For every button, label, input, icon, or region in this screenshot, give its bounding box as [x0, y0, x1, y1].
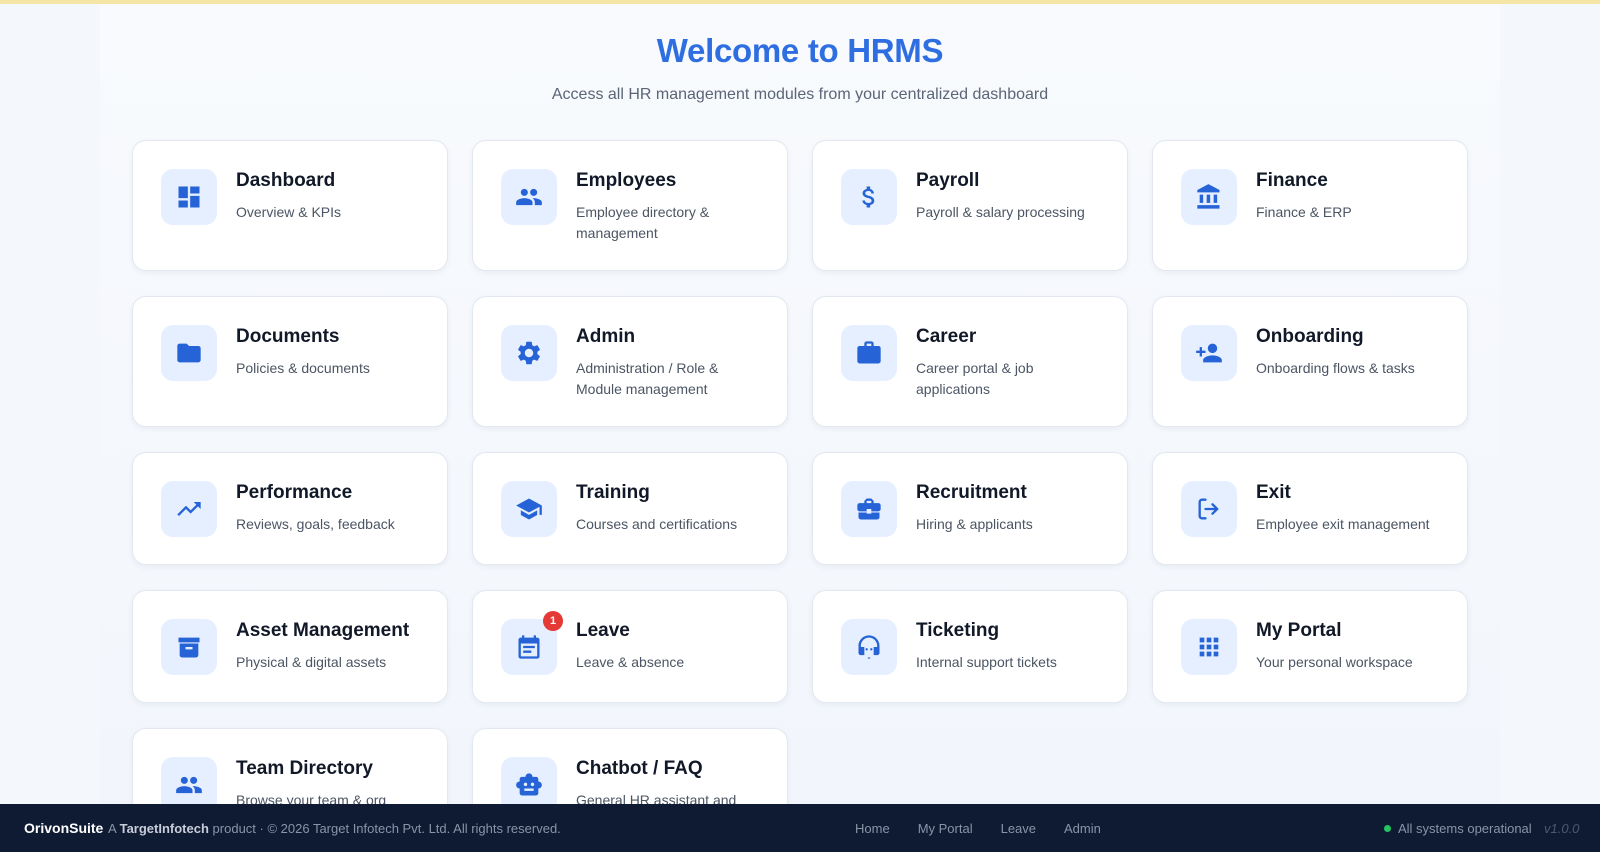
module-description: Career portal & job applications — [916, 360, 1034, 397]
module-description: Leave & absence — [576, 654, 685, 670]
module-title: My Portal — [1256, 620, 1342, 641]
module-card-career[interactable]: Career Career portal & job applications — [812, 296, 1128, 427]
dashboard-icon — [161, 169, 217, 225]
briefcase-icon — [841, 325, 897, 381]
module-title: Recruitment — [916, 482, 1027, 503]
module-title: Documents — [236, 326, 340, 347]
module-title: Onboarding — [1256, 326, 1364, 347]
copyright-prefix: A — [108, 820, 116, 836]
module-card-leave[interactable]: 1 Leave Leave & absence — [472, 590, 788, 703]
people-icon — [501, 169, 557, 225]
footer-copyright: A TargetInfotech product · © 2026 Target… — [108, 821, 561, 836]
dollar-icon — [841, 169, 897, 225]
module-description: Overview & KPIs — [236, 204, 342, 220]
module-description: Finance & ERP — [1256, 204, 1352, 220]
module-description: Payroll & salary processing — [916, 204, 1085, 220]
trending-up-icon — [161, 481, 217, 537]
module-title: Dashboard — [236, 170, 336, 191]
module-card-asset-management[interactable]: Asset Management Physical & digital asse… — [132, 590, 448, 703]
business-case-icon — [841, 481, 897, 537]
page-subtitle: Access all HR management modules from yo… — [551, 86, 1049, 103]
module-description: Courses and certifications — [576, 516, 738, 532]
bank-icon — [1181, 169, 1237, 225]
footer-brand[interactable]: OrivonSuite — [24, 820, 103, 836]
apps-grid-icon — [1181, 619, 1237, 675]
footer: OrivonSuite A TargetInfotech product · ©… — [0, 804, 1600, 852]
graduation-cap-icon — [501, 481, 557, 537]
footer-links: Home My Portal Leave Admin — [855, 821, 1101, 836]
module-card-documents[interactable]: Documents Policies & documents — [132, 296, 448, 427]
module-description: Employee exit management — [1256, 516, 1430, 532]
module-card-performance[interactable]: Performance Reviews, goals, feedback — [132, 452, 448, 565]
module-description: Your personal workspace — [1256, 654, 1413, 670]
module-description: Hiring & applicants — [916, 516, 1033, 532]
module-title: Career — [916, 326, 977, 347]
module-card-dashboard[interactable]: Dashboard Overview & KPIs — [132, 140, 448, 271]
module-title: Finance — [1256, 170, 1328, 191]
module-title: Team Directory — [236, 758, 373, 779]
archive-icon — [161, 619, 217, 675]
module-card-employees[interactable]: Employees Employee directory & managemen… — [472, 140, 788, 271]
footer-link-admin[interactable]: Admin — [1064, 821, 1101, 836]
module-card-payroll[interactable]: Payroll Payroll & salary processing — [812, 140, 1128, 271]
gear-icon — [501, 325, 557, 381]
module-card-ticketing[interactable]: Ticketing Internal support tickets — [812, 590, 1128, 703]
module-title: Ticketing — [916, 620, 1000, 641]
module-description: Physical & digital assets — [236, 654, 387, 670]
module-title: Admin — [576, 326, 636, 347]
module-title: Asset Management — [236, 620, 410, 641]
footer-link-my-portal[interactable]: My Portal — [918, 821, 973, 836]
notification-badge: 1 — [543, 611, 563, 631]
module-title: Exit — [1256, 482, 1291, 503]
module-card-training[interactable]: Training Courses and certifications — [472, 452, 788, 565]
module-title: Training — [576, 482, 650, 503]
module-description: Administration / Role & Module managemen… — [576, 360, 719, 397]
module-description: Onboarding flows & tasks — [1256, 360, 1415, 376]
footer-link-home[interactable]: Home — [855, 821, 890, 836]
system-status: All systems operational — [1384, 821, 1532, 836]
copyright-company: TargetInfotech — [119, 820, 209, 836]
module-description: Employee directory & management — [576, 204, 710, 241]
footer-link-leave[interactable]: Leave — [1001, 821, 1036, 836]
page-title: Welcome to HRMS — [656, 32, 944, 69]
module-title: Employees — [576, 170, 677, 191]
app-version: v1.0.0 — [1544, 820, 1580, 836]
module-description: Reviews, goals, feedback — [236, 516, 395, 532]
module-title: Performance — [236, 482, 353, 503]
module-title: Payroll — [916, 170, 980, 191]
module-title: Chatbot / FAQ — [576, 758, 703, 779]
module-grid: Dashboard Overview & KPIs Employees Empl… — [132, 140, 1468, 841]
module-card-my-portal[interactable]: My Portal Your personal workspace — [1152, 590, 1468, 703]
folder-icon — [161, 325, 217, 381]
module-description: Internal support tickets — [916, 654, 1057, 670]
module-card-finance[interactable]: Finance Finance & ERP — [1152, 140, 1468, 271]
module-card-onboarding[interactable]: Onboarding Onboarding flows & tasks — [1152, 296, 1468, 427]
module-card-exit[interactable]: Exit Employee exit management — [1152, 452, 1468, 565]
module-card-recruitment[interactable]: Recruitment Hiring & applicants — [812, 452, 1128, 565]
logout-icon — [1181, 481, 1237, 537]
module-title: Leave — [576, 620, 630, 641]
status-text: All systems operational — [1398, 820, 1532, 836]
module-description: Policies & documents — [236, 360, 370, 376]
person-add-icon — [1181, 325, 1237, 381]
status-dot-icon — [1384, 824, 1391, 832]
module-card-admin[interactable]: Admin Administration / Role & Module man… — [472, 296, 788, 427]
copyright-suffix: product · © 2026 Target Infotech Pvt. Lt… — [212, 820, 561, 836]
headset-icon — [841, 619, 897, 675]
